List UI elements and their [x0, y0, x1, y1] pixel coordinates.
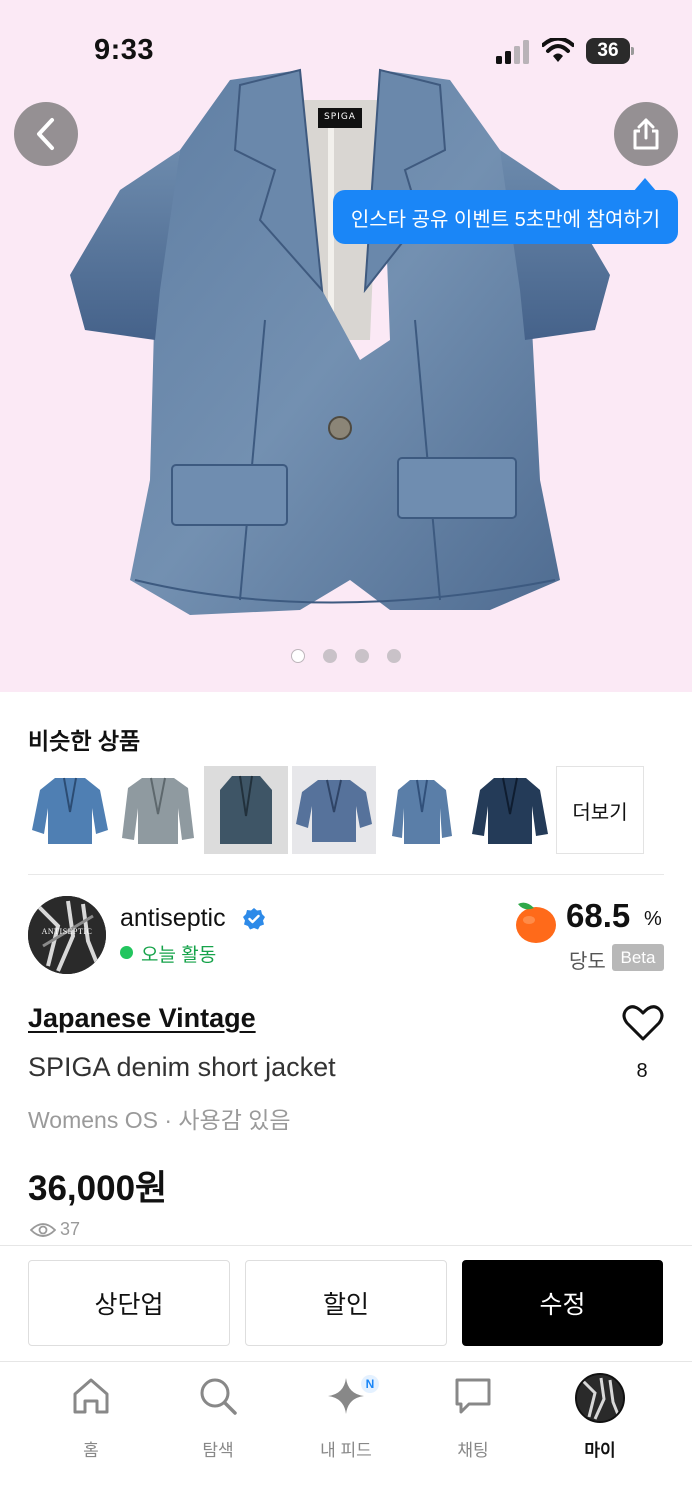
- product-photo-denim-jacket: [70, 68, 610, 615]
- see-more-similar-button[interactable]: 더보기: [556, 766, 644, 854]
- page-dot-3[interactable]: [355, 649, 369, 663]
- back-button[interactable]: [14, 102, 78, 166]
- similar-item-3[interactable]: [204, 766, 288, 854]
- peach-icon: [516, 902, 556, 943]
- like-heart-icon[interactable]: [622, 1004, 664, 1042]
- sweetness-score: 68.5: [566, 897, 631, 934]
- chat-icon: [455, 1378, 491, 1414]
- verified-badge-icon: [243, 908, 265, 930]
- cellular-signal-icon: [496, 40, 529, 64]
- bottom-tab-bar: 홈 탐색 N 내 피드 채팅 마이: [0, 1361, 692, 1500]
- product-price: 36,000원: [28, 1169, 168, 1208]
- profile-avatar-image: [577, 1375, 623, 1421]
- discount-button[interactable]: 할인: [245, 1260, 447, 1346]
- tab-my[interactable]: 마이: [550, 1373, 650, 1466]
- product-brand-link[interactable]: Japanese Vintage: [28, 1003, 256, 1034]
- denim-jacket-thumbnail: [392, 779, 452, 844]
- tab-my-label: 마이: [584, 1441, 616, 1460]
- tab-home-label: 홈: [83, 1441, 99, 1460]
- sweetness-score-unit: %: [644, 908, 662, 930]
- tab-chat-label: 채팅: [457, 1441, 489, 1460]
- denim-jacket-thumbnail: [122, 777, 194, 844]
- share-icon: [633, 118, 659, 150]
- wifi-icon: [542, 38, 574, 62]
- product-name: SPIGA denim short jacket: [28, 1052, 336, 1082]
- similar-items-title: 비슷한 상품: [28, 728, 141, 754]
- profile-avatar: [575, 1373, 625, 1423]
- battery-indicator: 36: [586, 38, 634, 64]
- beta-badge: Beta: [612, 944, 664, 971]
- tab-my-feed[interactable]: N 내 피드: [296, 1375, 396, 1466]
- tab-explore-label: 탐색: [202, 1441, 234, 1460]
- sparkle-icon: [328, 1378, 364, 1414]
- bump-button[interactable]: 상단업: [28, 1260, 230, 1346]
- tab-my-feed-label: 내 피드: [320, 1441, 372, 1460]
- see-more-label: 더보기: [572, 801, 628, 824]
- view-count: 37: [60, 1219, 81, 1239]
- sweetness-label: 당도: [569, 951, 606, 973]
- denim-jacket-thumbnail: [296, 779, 372, 842]
- denim-vest-thumbnail: [220, 775, 272, 844]
- similar-item-6[interactable]: [468, 766, 552, 854]
- bump-button-label: 상단업: [94, 1291, 164, 1319]
- product-meta: Womens OS · 사용감 있음: [28, 1107, 291, 1133]
- seller-avatar[interactable]: ANTISEPTIC: [28, 896, 106, 974]
- seller-name[interactable]: antiseptic: [120, 904, 226, 933]
- tab-home[interactable]: 홈: [41, 1376, 141, 1466]
- seller-activity-status: 오늘 활동: [141, 945, 217, 966]
- tab-explore[interactable]: 탐색: [168, 1376, 268, 1466]
- status-bar: 9:33 36: [0, 0, 692, 100]
- section-divider: [28, 874, 664, 875]
- battery-level: 36: [597, 40, 619, 61]
- gallery-pagination: [0, 649, 692, 665]
- home-icon: [73, 1378, 109, 1414]
- share-event-tooltip[interactable]: 인스타 공유 이벤트 5초만에 참여하기: [333, 190, 678, 244]
- tab-chat[interactable]: 채팅: [423, 1376, 523, 1466]
- discount-button-label: 할인: [322, 1291, 369, 1319]
- similar-item-1[interactable]: [28, 766, 112, 854]
- like-count: 8: [636, 1060, 648, 1082]
- denim-jacket-thumbnail: [32, 777, 108, 844]
- similar-item-4[interactable]: [292, 766, 376, 854]
- product-image-gallery[interactable]: SPIGA 9:33 36 인스타 공유 이벤트 5초만에 참여하기: [0, 0, 692, 692]
- denim-jacket-thumbnail: [472, 777, 548, 844]
- brand-tag-label: SPIGA: [324, 112, 356, 122]
- seller-avatar-text: ANTISEPTIC: [41, 927, 93, 936]
- share-button[interactable]: [614, 102, 678, 166]
- chevron-left-icon: [37, 118, 54, 150]
- similar-items-list: 더보기: [28, 766, 668, 854]
- tooltip-text: 인스타 공유 이벤트 5초만에 참여하기: [350, 208, 661, 231]
- action-bar: 상단업 할인 수정: [0, 1245, 692, 1361]
- page-dot-4[interactable]: [387, 649, 401, 663]
- eye-icon: [30, 1223, 56, 1237]
- similar-item-5[interactable]: [380, 766, 464, 854]
- online-status-dot: [120, 946, 133, 959]
- similar-item-2[interactable]: [116, 766, 200, 854]
- edit-button[interactable]: 수정: [462, 1260, 663, 1346]
- page-dot-2[interactable]: [323, 649, 337, 663]
- edit-button-label: 수정: [539, 1291, 586, 1319]
- status-time: 9:33: [94, 34, 155, 66]
- search-icon: [200, 1378, 237, 1415]
- page-dot-1[interactable]: [291, 649, 305, 663]
- new-badge: N: [361, 1375, 379, 1393]
